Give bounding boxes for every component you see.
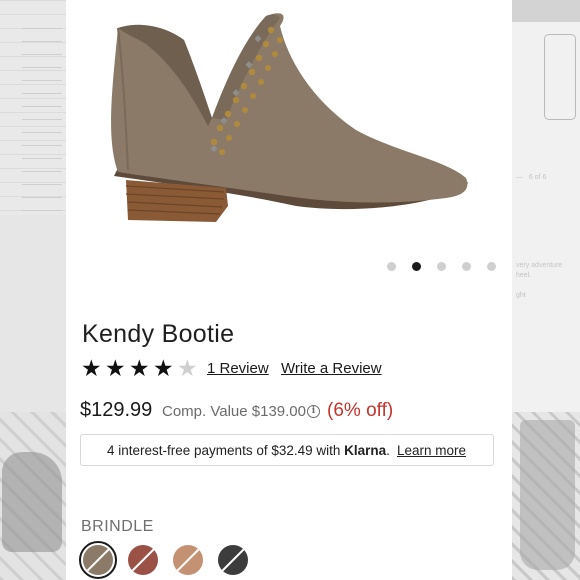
klarna-payment-text: 4 interest-free payments of $32.49 with [107,443,345,458]
product-image-carousel[interactable] [66,0,512,285]
star-full-icon: ★ [81,355,102,381]
carousel-dot-2[interactable] [412,262,421,271]
star-full-icon: ★ [129,355,150,381]
background-boot-left [2,452,62,552]
product-image-bootie [111,13,468,222]
write-review-link[interactable]: Write a Review [281,360,382,377]
klarna-banner: 4 interest-free payments of $32.49 with … [80,434,494,466]
star-full-icon: ★ [105,355,126,381]
carousel-dot-3[interactable] [437,262,446,271]
background-text-fragment: heel. [516,272,532,279]
discount-percent: (6% off) [327,400,394,421]
product-title: Kendy Bootie [82,320,235,348]
klarna-learn-more-link[interactable]: Learn more [397,443,466,458]
klarna-message: 4 interest-free payments of $32.49 with … [107,443,390,458]
background-boot-right [520,420,575,570]
carousel-dot-4[interactable] [462,262,471,271]
klarna-logo: Klarna [344,443,387,458]
info-icon[interactable]: i [307,405,320,418]
carousel-dot-5[interactable] [487,262,496,271]
star-empty-icon: ★ [177,355,198,381]
background-phone-outline [544,34,576,120]
color-swatch-brindle[interactable] [83,545,113,575]
reviews-link[interactable]: 1 Review [207,360,269,377]
background-handwriting [22,28,62,213]
color-swatch-rust[interactable] [128,545,158,575]
carousel-dot-1[interactable] [387,262,396,271]
product-card: Kendy Bootie ★ ★ ★ ★ ★ 1 Review Write a … [66,0,512,580]
color-swatch-tan[interactable] [173,545,203,575]
background-text-fragment: — 6 of 6 [516,174,547,181]
background-text-fragment: ght [516,292,526,299]
star-full-icon: ★ [153,355,174,381]
comp-value: Comp. Value $139.00 [162,403,306,420]
background-text-fragment: very adventure [516,262,563,269]
product-price: $129.99 [80,399,153,421]
background-right-header [512,0,580,22]
color-swatch-black[interactable] [218,545,248,575]
carousel-dots [66,262,512,272]
klarna-brand-suffix: . [386,443,390,458]
selected-color-label: BRINDLE [81,518,154,535]
